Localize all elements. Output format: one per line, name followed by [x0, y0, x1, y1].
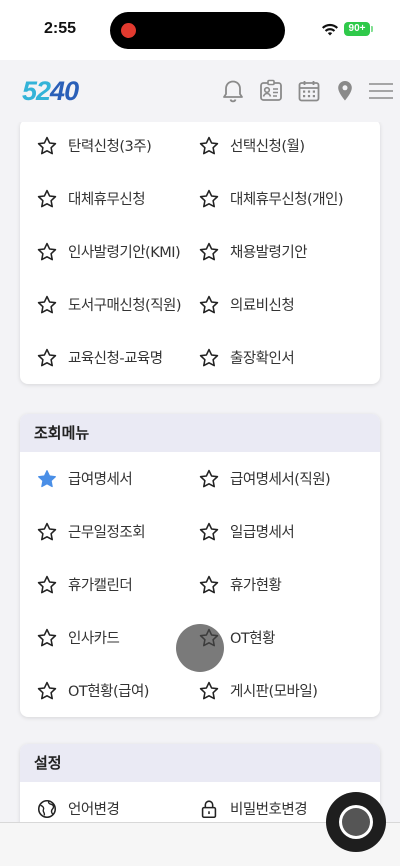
- menu-item[interactable]: 인사발령기안(KMI): [36, 225, 198, 278]
- query-menu-grid: 급여명세서 급여명세서(직원) 근무일정조회 일급명세서 휴가캘린더 휴가현황 …: [20, 452, 380, 717]
- menu-item[interactable]: 의료비신청: [198, 278, 358, 331]
- logo-part-1: 52: [22, 76, 51, 106]
- menu-icon[interactable]: [368, 78, 394, 104]
- star-outline-icon[interactable]: [198, 347, 220, 369]
- star-outline-icon[interactable]: [198, 574, 220, 596]
- star-outline-icon[interactable]: [36, 294, 58, 316]
- menu-item-label: 휴가현황: [230, 578, 282, 594]
- application-menu-grid: 탄력신청(3주) 선택신청(월) 대체휴무신청 대체휴무신청(개인) 인사발령기…: [20, 122, 380, 384]
- app-logo[interactable]: 5240: [22, 76, 79, 107]
- menu-item-label: 급여명세서(직원): [230, 472, 331, 488]
- star-outline-icon[interactable]: [198, 294, 220, 316]
- star-outline-icon[interactable]: [36, 188, 58, 210]
- star-outline-icon[interactable]: [36, 135, 58, 157]
- menu-item-label: 의료비신청: [230, 298, 295, 314]
- star-outline-icon[interactable]: [36, 521, 58, 543]
- menu-item[interactable]: 교육신청-교육명: [36, 331, 198, 384]
- location-pin-icon[interactable]: [332, 78, 358, 104]
- menu-item-label: 인사카드: [68, 631, 120, 647]
- menu-item-label: 급여명세서: [68, 472, 133, 488]
- star-outline-icon[interactable]: [36, 680, 58, 702]
- menu-content[interactable]: 탄력신청(3주) 선택신청(월) 대체휴무신청 대체휴무신청(개인) 인사발령기…: [0, 122, 400, 822]
- menu-item-label: 도서구매신청(직원): [68, 298, 182, 314]
- menu-item-label: 비밀번호변경: [230, 802, 308, 818]
- language-change-item[interactable]: 언어변경: [36, 782, 198, 822]
- star-outline-icon[interactable]: [36, 574, 58, 596]
- menu-item[interactable]: 대체휴무신청: [36, 172, 198, 225]
- menu-item-label: 대체휴무신청(개인): [230, 192, 344, 208]
- menu-item[interactable]: 일급명세서: [198, 505, 358, 558]
- bell-icon[interactable]: [220, 78, 246, 104]
- menu-item[interactable]: 급여명세서: [36, 452, 198, 505]
- star-outline-icon[interactable]: [198, 188, 220, 210]
- menu-item-label: 대체휴무신청: [68, 192, 146, 208]
- menu-item[interactable]: OT현황(급여): [36, 664, 198, 717]
- menu-item[interactable]: 휴가캘린더: [36, 558, 198, 611]
- menu-item[interactable]: 도서구매신청(직원): [36, 278, 198, 331]
- menu-item-label: 탄력신청(3주): [68, 139, 152, 155]
- star-outline-icon[interactable]: [198, 135, 220, 157]
- star-outline-icon[interactable]: [36, 347, 58, 369]
- calendar-icon[interactable]: [296, 78, 322, 104]
- star-outline-icon[interactable]: [36, 241, 58, 263]
- menu-item-label: 교육신청-교육명: [68, 351, 163, 367]
- star-outline-icon[interactable]: [36, 627, 58, 649]
- query-menu-title: 조회메뉴: [20, 414, 380, 452]
- menu-item-label: 게시판(모바일): [230, 684, 318, 700]
- menu-item-label: 휴가캘린더: [68, 578, 133, 594]
- status-time: 2:55: [44, 20, 77, 37]
- status-bar: 2:55 90+: [0, 0, 400, 60]
- menu-item-label: 인사발령기안(KMI): [68, 245, 181, 261]
- menu-item-label: 출장확인서: [230, 351, 295, 367]
- star-outline-icon[interactable]: [198, 241, 220, 263]
- menu-item-label: 선택신청(월): [230, 139, 305, 155]
- star-outline-icon[interactable]: [198, 468, 220, 490]
- menu-item-label: OT현황(급여): [68, 684, 149, 700]
- menu-item-label: OT현황: [230, 631, 275, 647]
- star-outline-icon[interactable]: [198, 521, 220, 543]
- menu-item[interactable]: 출장확인서: [198, 331, 358, 384]
- dynamic-island: [110, 12, 285, 49]
- menu-item[interactable]: 선택신청(월): [198, 122, 358, 172]
- touch-indicator: [176, 624, 224, 672]
- battery-indicator: 90+: [344, 22, 370, 36]
- menu-item-label: 채용발령기안: [230, 245, 308, 261]
- id-card-icon[interactable]: [258, 78, 284, 104]
- menu-item[interactable]: 게시판(모바일): [198, 664, 358, 717]
- globe-icon: [36, 798, 58, 820]
- wifi-icon: [321, 22, 339, 41]
- menu-item[interactable]: 인사카드: [36, 611, 198, 664]
- menu-item[interactable]: 대체휴무신청(개인): [198, 172, 358, 225]
- app-header: 5240: [0, 60, 400, 122]
- star-outline-icon[interactable]: [198, 680, 220, 702]
- menu-item[interactable]: 채용발령기안: [198, 225, 358, 278]
- settings-card: 설정 언어변경 비밀번호변경: [20, 744, 380, 822]
- star-filled-icon[interactable]: [36, 468, 58, 490]
- logo-part-2: 40: [50, 76, 79, 106]
- menu-item-label: 언어변경: [68, 802, 120, 818]
- menu-item-label: 근무일정조회: [68, 525, 146, 541]
- application-menu-card: 탄력신청(3주) 선택신청(월) 대체휴무신청 대체휴무신청(개인) 인사발령기…: [20, 122, 380, 384]
- lock-icon: [198, 798, 220, 820]
- menu-item-label: 일급명세서: [230, 525, 295, 541]
- assistive-touch-button[interactable]: [326, 792, 386, 852]
- menu-item[interactable]: 탄력신청(3주): [36, 122, 198, 172]
- settings-title: 설정: [20, 744, 380, 782]
- menu-item[interactable]: 휴가현황: [198, 558, 358, 611]
- menu-item[interactable]: 급여명세서(직원): [198, 452, 358, 505]
- recording-indicator-icon: [121, 23, 136, 38]
- menu-item[interactable]: 근무일정조회: [36, 505, 198, 558]
- battery-nub: [371, 26, 373, 32]
